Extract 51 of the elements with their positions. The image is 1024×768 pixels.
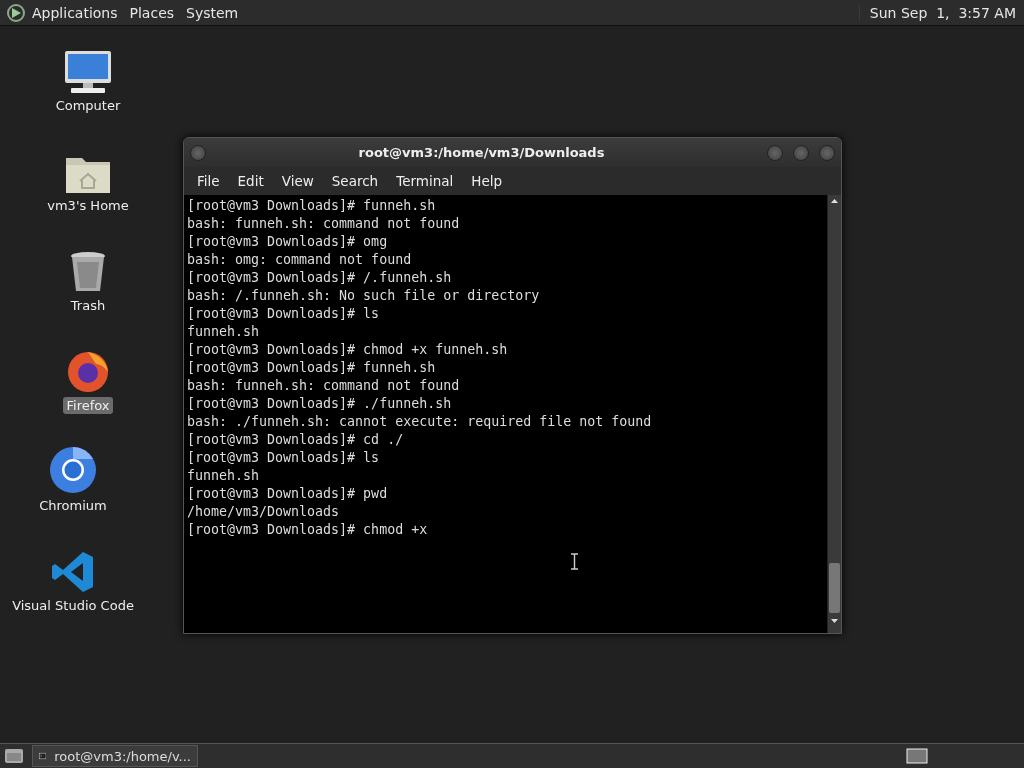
- menu-item[interactable]: File: [188, 173, 229, 190]
- window-menu-button[interactable]: [190, 144, 206, 161]
- terminal-line: [root@vm3 Downloads]# chmod +x funneh.sh: [187, 341, 509, 359]
- panel-menu[interactable]: Applications: [26, 4, 124, 21]
- desktop-icon-label[interactable]: Firefox: [63, 397, 113, 414]
- desktop-icon-label[interactable]: Trash: [67, 297, 109, 314]
- desktop-icon-label[interactable]: Visual Studio Code: [9, 597, 137, 614]
- terminal-line: bash: funneh.sh: command not found: [187, 215, 461, 233]
- taskbar-button[interactable]: root@vm3:/home/v...: [32, 745, 198, 767]
- trash-icon: [69, 250, 107, 294]
- chromium-icon: [49, 446, 97, 494]
- terminal-line: [root@vm3 Downloads]# omg: [187, 233, 389, 251]
- menu-item[interactable]: Help: [462, 173, 512, 190]
- terminal-line: funneh.sh: [187, 467, 261, 485]
- scrollbar[interactable]: [827, 195, 841, 633]
- terminal-line: [root@vm3 Downloads]# ls: [187, 449, 381, 467]
- panel-menu[interactable]: System: [180, 4, 245, 21]
- desktop-icon-label[interactable]: Computer: [52, 97, 124, 114]
- desktop-icon-label[interactable]: vm3's Home: [44, 197, 132, 214]
- terminal-line: [root@vm3 Downloads]# funneh.sh: [187, 197, 437, 215]
- desktop-icon-label[interactable]: Chromium: [36, 497, 110, 514]
- minimize-button[interactable]: [767, 144, 783, 161]
- terminal-line: [root@vm3 Downloads]# cd ./: [187, 431, 405, 449]
- terminal-line: /home/vm3/Downloads: [187, 503, 341, 521]
- terminal-line: [root@vm3 Downloads]# /.funneh.sh: [187, 269, 453, 287]
- terminal-line: [root@vm3 Downloads]# ./funneh.sh: [187, 395, 453, 413]
- clock[interactable]: Sun Sep 1, 3:57 AM: [858, 4, 1020, 21]
- terminal-line: [root@vm3 Downloads]# funneh.sh: [187, 359, 437, 377]
- computer-icon: [63, 50, 113, 94]
- menu-item[interactable]: Search: [322, 173, 388, 190]
- menu-item[interactable]: Edit: [228, 173, 273, 190]
- terminal-line: bash: /.funneh.sh: No such file or directory: [187, 287, 541, 305]
- window-title: root@vm3:/home/vm3/Downloads: [357, 145, 606, 161]
- terminal-line: [root@vm3 Downloads]# ls: [187, 305, 381, 323]
- menu-item[interactable]: Terminal: [387, 173, 463, 190]
- vscode-icon: [51, 550, 95, 594]
- terminal-icon: [39, 750, 47, 762]
- text-cursor-icon: [571, 553, 578, 570]
- terminal-line: [root@vm3 Downloads]# chmod +x: [187, 521, 429, 539]
- terminal-line: bash: ./funneh.sh: cannot execute: required file not found: [187, 413, 653, 431]
- terminal-line: bash: omg: command not found: [187, 251, 413, 269]
- terminal-line: bash: funneh.sh: command not found: [187, 377, 461, 395]
- terminal-line: funneh.sh: [187, 323, 261, 341]
- maximize-button[interactable]: [793, 144, 809, 161]
- close-button[interactable]: [819, 144, 835, 161]
- panel-menu[interactable]: Places: [123, 4, 181, 21]
- app-menu-icon: [6, 2, 26, 23]
- menu-item[interactable]: View: [272, 173, 323, 190]
- workspace-switcher-icon[interactable]: [906, 748, 928, 764]
- show-desktop-icon[interactable]: [4, 747, 24, 765]
- terminal-line: [root@vm3 Downloads]# pwd: [187, 485, 389, 503]
